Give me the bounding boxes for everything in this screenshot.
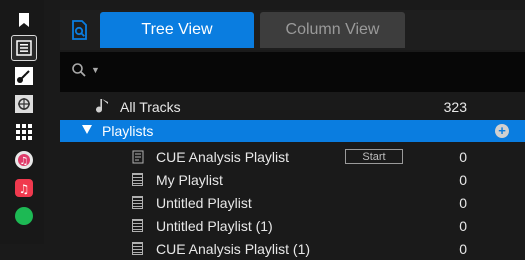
all-tracks-row[interactable]: All Tracks 323 [60,96,525,118]
playlist-item-count: 0 [459,149,467,165]
expand-triangle-icon[interactable] [82,125,92,134]
playlist-icon [132,196,143,209]
tab-column-view[interactable]: Column View [260,12,405,48]
start-analysis-button[interactable]: Start [345,149,403,164]
search-browser-icon[interactable] [60,12,100,48]
playlists-label: Playlists [102,123,154,139]
playlist-item[interactable]: Untitled Playlist 0 [60,192,525,214]
playlist-item-label: Untitled Playlist (1) [156,218,273,234]
music-app-icon[interactable]: ♫ [12,176,36,200]
explorer-icon[interactable] [12,92,36,116]
left-sidebar: ♫ ♫ [0,0,44,244]
playlist-item-count: 0 [459,172,467,188]
itunes-icon[interactable]: ♫ [12,148,36,172]
view-tab-bar: Tree View Column View [60,10,525,50]
add-playlist-button[interactable]: + [495,124,509,138]
playlist-icon [132,219,143,232]
playlist-item-label: Untitled Playlist [156,195,252,211]
playlist-item-label: My Playlist [156,172,223,188]
playlist-icon [132,173,143,186]
all-tracks-label: All Tracks [120,99,181,115]
guitar-icon[interactable] [12,64,36,88]
cue-playlist-icon [132,150,145,167]
playlist-item-count: 0 [459,218,467,234]
tree-list: All Tracks 323 Playlists + CUE Analysis … [60,96,525,257]
tab-tree-view[interactable]: Tree View [100,12,254,48]
svg-text:♫: ♫ [20,156,29,167]
all-tracks-count: 323 [443,99,467,115]
music-note-icon [96,97,112,118]
playlists-row[interactable]: Playlists + [60,120,525,142]
search-input[interactable]: ▼ [60,52,525,92]
playlist-item[interactable]: My Playlist 0 [60,169,525,191]
playlist-item[interactable]: CUE Analysis Playlist (1) 0 [60,238,525,260]
svg-text:♫: ♫ [19,182,30,196]
playlist-item-count: 0 [459,241,467,257]
bookmark-icon[interactable] [12,8,36,32]
playlist-item-label: CUE Analysis Playlist (1) [156,241,311,257]
green-app-icon[interactable] [12,204,36,228]
playlist-item-label: CUE Analysis Playlist [156,149,290,165]
list-view-icon[interactable] [11,35,37,61]
playlist-item[interactable]: Untitled Playlist (1) 0 [60,215,525,237]
playlist-item-count: 0 [459,195,467,211]
grid-icon[interactable] [12,120,36,144]
search-icon[interactable] [71,62,87,83]
chevron-down-icon[interactable]: ▼ [91,65,100,75]
playlist-item[interactable]: CUE Analysis Playlist Start 0 [60,146,525,168]
